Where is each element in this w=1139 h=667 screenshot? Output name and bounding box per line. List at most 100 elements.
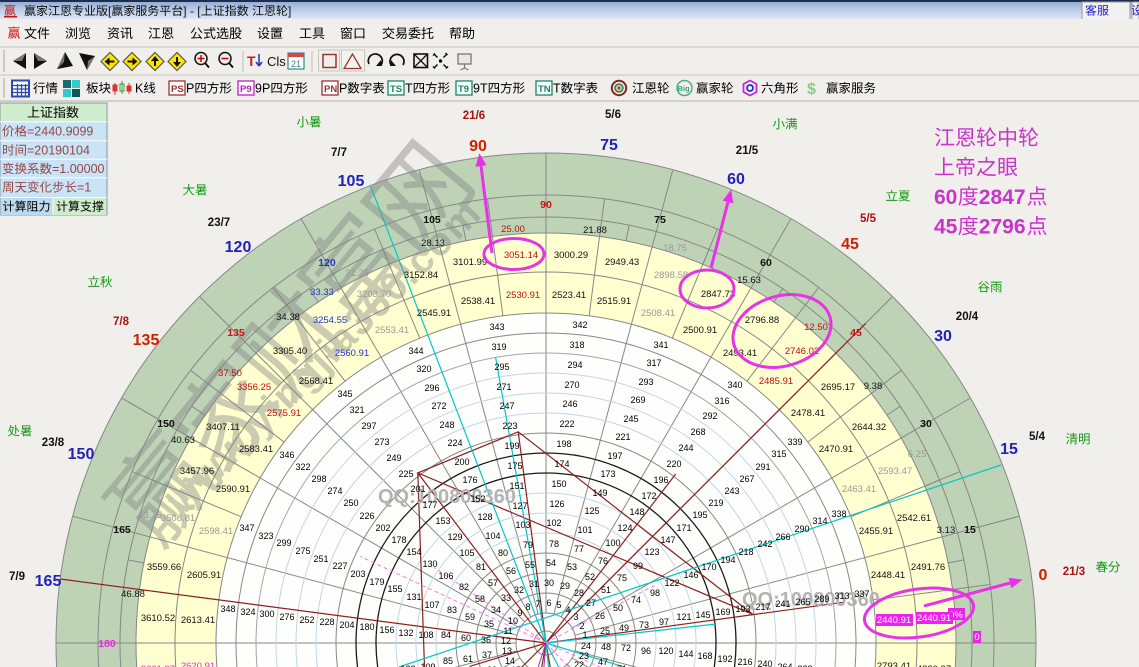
svg-text:21/3: 21/3 xyxy=(1063,566,1085,578)
svg-text:225: 225 xyxy=(398,469,413,479)
svg-text:73: 73 xyxy=(639,620,649,630)
svg-text:180: 180 xyxy=(359,622,374,632)
svg-text:296: 296 xyxy=(424,383,439,393)
svg-text:31: 31 xyxy=(529,579,539,589)
svg-text:171: 171 xyxy=(676,523,691,533)
svg-text:12.50: 12.50 xyxy=(804,322,828,333)
svg-text:2949.43: 2949.43 xyxy=(605,257,639,268)
svg-text:106: 106 xyxy=(438,571,453,581)
svg-text:12: 12 xyxy=(501,636,511,646)
svg-text:240: 240 xyxy=(757,659,772,667)
svg-text:90: 90 xyxy=(540,199,552,211)
svg-text:59: 59 xyxy=(465,612,475,622)
svg-text:2796.88: 2796.88 xyxy=(745,315,779,326)
svg-text:21: 21 xyxy=(291,59,301,69)
svg-text:290: 290 xyxy=(794,524,809,534)
svg-text:150: 150 xyxy=(551,479,566,489)
svg-text:338: 338 xyxy=(831,509,846,519)
svg-text:2605.91: 2605.91 xyxy=(187,570,221,581)
svg-text:7/9: 7/9 xyxy=(9,571,25,583)
svg-text:2644.32: 2644.32 xyxy=(852,422,886,433)
svg-text:21/5: 21/5 xyxy=(736,145,759,157)
svg-text:2590.91: 2590.91 xyxy=(216,484,250,495)
svg-text:169: 169 xyxy=(715,607,730,617)
svg-text:345: 345 xyxy=(337,389,352,399)
svg-text:7/8: 7/8 xyxy=(113,316,130,328)
svg-text:52: 52 xyxy=(585,572,595,582)
svg-text:153: 153 xyxy=(435,516,450,526)
svg-text:48: 48 xyxy=(601,642,611,652)
svg-text:2515.91: 2515.91 xyxy=(597,296,631,307)
svg-text:177: 177 xyxy=(422,500,437,510)
svg-text:292: 292 xyxy=(702,411,717,421)
svg-text:3457.96: 3457.96 xyxy=(180,466,214,477)
svg-text:QQ:100800360: QQ:100800360 xyxy=(378,486,516,508)
svg-text:2485.91: 2485.91 xyxy=(759,376,793,387)
svg-text:323: 323 xyxy=(258,531,273,541)
svg-text:10: 10 xyxy=(508,616,518,626)
svg-text:291: 291 xyxy=(755,462,770,472)
svg-text:2463.41: 2463.41 xyxy=(842,484,876,495)
svg-text:3254.55: 3254.55 xyxy=(313,315,347,326)
svg-text:154: 154 xyxy=(406,547,421,557)
svg-text:97: 97 xyxy=(659,617,669,627)
svg-text:TN: TN xyxy=(538,84,551,95)
svg-text:99: 99 xyxy=(633,561,643,571)
svg-text:2613.41: 2613.41 xyxy=(181,615,215,626)
svg-text:314: 314 xyxy=(812,516,827,526)
svg-text:15.63: 15.63 xyxy=(737,275,761,286)
svg-text:31.25: 31.25 xyxy=(345,268,369,279)
svg-text:315: 315 xyxy=(771,449,786,459)
svg-text:267: 267 xyxy=(739,474,754,484)
svg-text:251: 251 xyxy=(313,554,328,564)
svg-text:46.88: 46.88 xyxy=(121,589,145,600)
svg-text:30: 30 xyxy=(544,578,554,588)
svg-text:9.38: 9.38 xyxy=(864,381,883,392)
svg-text:56: 56 xyxy=(506,566,516,576)
svg-text:2538.41: 2538.41 xyxy=(461,296,495,307)
svg-text:173: 173 xyxy=(600,469,615,479)
svg-text:121: 121 xyxy=(676,612,691,622)
svg-text:265: 265 xyxy=(795,597,810,607)
svg-text:174: 174 xyxy=(554,459,569,469)
svg-text:53: 53 xyxy=(567,562,577,572)
svg-text:176: 176 xyxy=(462,475,477,485)
svg-text:K: K xyxy=(135,82,144,96)
svg-text:96: 96 xyxy=(641,646,651,656)
svg-text:P9: P9 xyxy=(240,84,252,95)
svg-text:204: 204 xyxy=(339,620,354,630)
svg-text:130: 130 xyxy=(422,559,437,569)
svg-text:272: 272 xyxy=(431,401,446,411)
svg-text:269: 269 xyxy=(630,395,645,405)
svg-text:243: 243 xyxy=(724,486,739,496)
svg-text:30: 30 xyxy=(934,328,952,345)
svg-text:321: 321 xyxy=(349,405,364,415)
svg-text:37.50: 37.50 xyxy=(218,368,242,379)
svg-text:344: 344 xyxy=(408,346,423,356)
svg-text:1: 1 xyxy=(582,630,587,640)
svg-text:3407.11: 3407.11 xyxy=(206,422,240,433)
svg-text:43.75: 43.75 xyxy=(138,510,162,521)
svg-text:108: 108 xyxy=(418,630,433,640)
svg-text:2620.91: 2620.91 xyxy=(181,661,215,667)
svg-text:298: 298 xyxy=(311,474,326,484)
svg-text:2553.41: 2553.41 xyxy=(375,325,409,336)
svg-text:203: 203 xyxy=(350,569,365,579)
svg-text:21/6: 21/6 xyxy=(463,110,485,122)
svg-text:175: 175 xyxy=(507,461,522,471)
svg-text:84: 84 xyxy=(441,630,451,640)
svg-text:120: 120 xyxy=(658,646,673,656)
svg-text:146: 146 xyxy=(683,570,698,580)
svg-text:] - [: ] - [ xyxy=(183,4,201,18)
svg-text:T: T xyxy=(553,82,561,96)
svg-text:276: 276 xyxy=(279,612,294,622)
svg-text:109: 109 xyxy=(420,662,435,667)
svg-text:271: 271 xyxy=(496,382,511,392)
svg-text:49: 49 xyxy=(619,623,629,633)
svg-text:246: 246 xyxy=(562,399,577,409)
svg-text:132: 132 xyxy=(398,628,413,638)
svg-text:348: 348 xyxy=(220,604,235,614)
svg-text:226: 226 xyxy=(359,511,374,521)
svg-text:79: 79 xyxy=(523,540,533,550)
svg-text:273: 273 xyxy=(374,437,389,447)
